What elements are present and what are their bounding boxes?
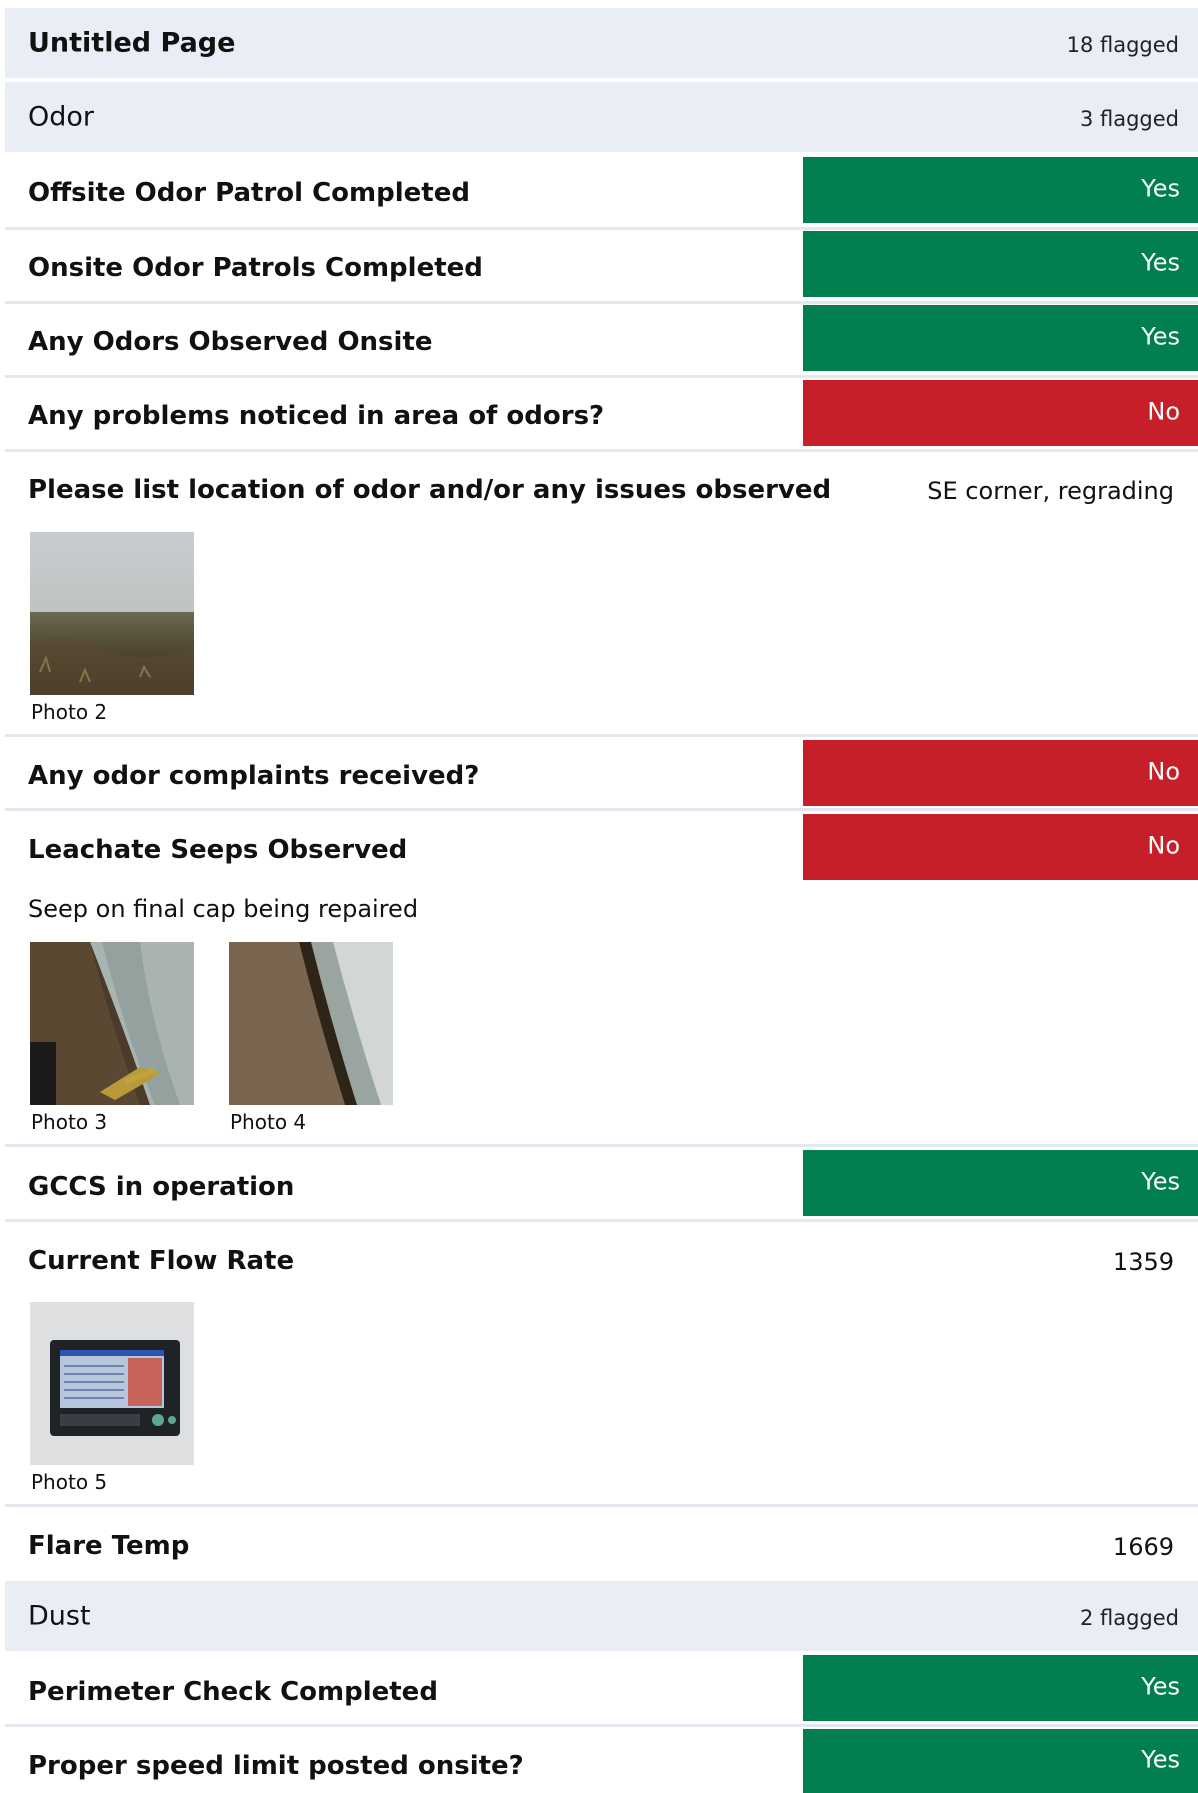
question-odor-complaints: Any odor complaints received? xyxy=(28,761,480,791)
question-odors-observed: Any Odors Observed Onsite xyxy=(28,327,433,357)
question-leachate-seeps: Leachate Seeps Observed xyxy=(28,835,408,865)
question-onsite-odor-patrols: Onsite Odor Patrols Completed xyxy=(28,253,483,283)
row-divider xyxy=(5,1219,1198,1222)
page-title: Untitled Page xyxy=(28,27,236,59)
answer-text: No xyxy=(1147,831,1180,860)
row-divider xyxy=(5,808,1198,811)
question-perimeter-check: Perimeter Check Completed xyxy=(28,1677,438,1707)
section-header-dust[interactable]: Dust 2 flagged xyxy=(5,1581,1198,1651)
section-title-dust: Dust xyxy=(28,1600,91,1632)
flow-recorder-photo-icon xyxy=(30,1302,194,1465)
photo-caption: Photo 5 xyxy=(31,1470,108,1494)
question-current-flow-rate: Current Flow Rate xyxy=(28,1246,295,1276)
answer-badge-yes[interactable]: Yes xyxy=(803,157,1198,223)
leachate-note: Seep on final cap being repaired xyxy=(28,895,419,923)
answer-badge-yes[interactable]: Yes xyxy=(803,305,1198,371)
answer-badge-yes[interactable]: Yes xyxy=(803,231,1198,297)
answer-text: Yes xyxy=(1141,1745,1180,1774)
row-divider xyxy=(5,1724,1198,1727)
section-title-odor: Odor xyxy=(28,101,95,133)
row-divider xyxy=(5,1144,1198,1147)
photo-thumbnail-slope[interactable] xyxy=(229,942,393,1105)
section-flagged-count-dust: 2 flagged xyxy=(1079,1605,1179,1630)
answer-text: No xyxy=(1147,397,1180,426)
photo-caption: Photo 2 xyxy=(31,700,108,724)
answer-badge-no[interactable]: No xyxy=(803,814,1198,880)
row-divider xyxy=(5,227,1198,230)
landscape-photo-icon xyxy=(30,532,194,695)
photo-thumbnail-trench[interactable] xyxy=(30,942,194,1105)
page-header: Untitled Page 18 flagged xyxy=(5,8,1198,78)
answer-badge-yes[interactable]: Yes xyxy=(803,1729,1198,1793)
answer-badge-no[interactable]: No xyxy=(803,740,1198,806)
answer-text: Yes xyxy=(1141,174,1180,203)
section-flagged-count-odor: 3 flagged xyxy=(1079,106,1179,131)
answer-text: Yes xyxy=(1141,322,1180,351)
photo-caption: Photo 4 xyxy=(230,1110,307,1134)
answer-flow-rate: 1359 xyxy=(1112,1248,1174,1276)
question-problems-noticed: Any problems noticed in area of odors? xyxy=(28,401,605,431)
answer-text: No xyxy=(1147,757,1180,786)
question-gccs-operation: GCCS in operation xyxy=(28,1172,295,1202)
question-odor-location: Please list location of odor and/or any … xyxy=(28,475,832,505)
photo-thumbnail-landscape[interactable] xyxy=(30,532,194,695)
row-divider xyxy=(5,301,1198,304)
answer-text: Yes xyxy=(1141,248,1180,277)
row-divider xyxy=(5,1504,1198,1507)
page-flagged-count: 18 flagged xyxy=(1066,32,1179,57)
photo-thumbnail-recorder[interactable] xyxy=(30,1302,194,1465)
answer-badge-yes[interactable]: Yes xyxy=(803,1655,1198,1721)
row-divider xyxy=(5,449,1198,452)
photo-caption: Photo 3 xyxy=(31,1110,108,1134)
row-divider xyxy=(5,734,1198,737)
answer-text: Yes xyxy=(1141,1167,1180,1196)
row-divider xyxy=(5,375,1198,378)
answer-text: Yes xyxy=(1141,1672,1180,1701)
question-speed-limit: Proper speed limit posted onsite? xyxy=(28,1751,524,1781)
answer-badge-yes[interactable]: Yes xyxy=(803,1150,1198,1216)
section-header-odor[interactable]: Odor 3 flagged xyxy=(5,82,1198,152)
answer-flare-temp: 1669 xyxy=(1112,1533,1174,1561)
question-flare-temp: Flare Temp xyxy=(28,1531,190,1561)
trench-photo-icon xyxy=(30,942,194,1105)
question-offsite-odor-patrol: Offsite Odor Patrol Completed xyxy=(28,178,470,208)
answer-badge-no[interactable]: No xyxy=(803,380,1198,446)
answer-odor-location: SE corner, regrading xyxy=(927,477,1174,505)
slope-photo-icon xyxy=(229,942,393,1105)
